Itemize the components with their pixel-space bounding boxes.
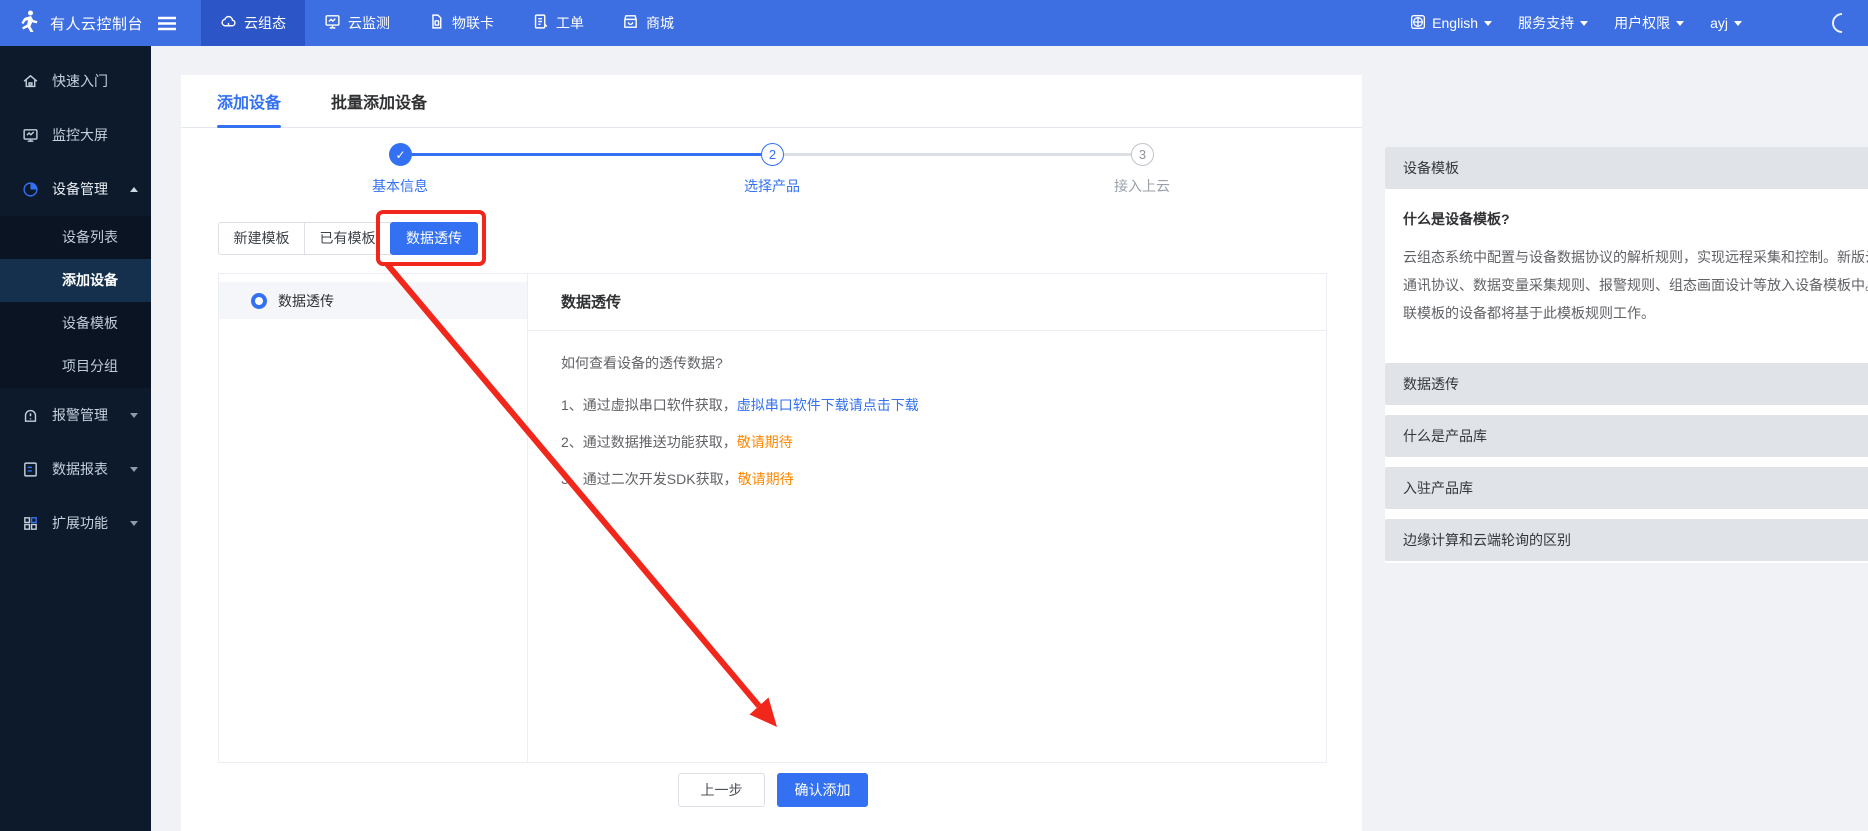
globe-icon [1410, 14, 1426, 33]
sidebar-item-device-template[interactable]: 设备模板 [0, 302, 151, 345]
step-3-circle: 3 [1131, 143, 1154, 166]
step-3-label: 接入上云 [1082, 176, 1202, 196]
step-connector-done [411, 153, 761, 156]
top-navigation: 云组态 云监测 物联卡 工单 商城 [201, 0, 693, 46]
sidebar-item-alarm-management[interactable]: 报警管理 [0, 388, 151, 442]
permissions-menu[interactable]: 用户权限 [1614, 13, 1684, 33]
passthrough-panel: 数据透传 数据透传 如何查看设备的透传数据? 1、通过虚拟串口软件获取，虚拟串口… [218, 273, 1327, 763]
sidebar-item-device-management[interactable]: 设备管理 [0, 162, 151, 216]
chevron-down-icon [1734, 21, 1742, 26]
topbar: 有人云控制台 云组态 云监测 物联卡 工单 商城 English [0, 0, 1868, 46]
help-section-join-product-library[interactable]: 入驻产品库 [1385, 467, 1868, 509]
sidebar-item-device-list[interactable]: 设备列表 [0, 216, 151, 259]
radio-selected-icon[interactable] [251, 293, 267, 309]
step-2-label: 选择产品 [712, 176, 832, 196]
help-section-what-is-product-library[interactable]: 什么是产品库 [1385, 415, 1868, 457]
panel-option-list: 数据透传 [219, 274, 528, 762]
report-icon [22, 461, 39, 478]
help-panel: 设备模板 什么是设备模板? 云组态系统中配置与设备数据协议的解析规则，实现远程采… [1385, 147, 1868, 563]
sim-card-icon [428, 13, 445, 33]
chevron-down-icon [130, 413, 138, 418]
topbar-right: English 服务支持 用户权限 ayj [1410, 0, 1868, 46]
panel-detail: 数据透传 如何查看设备的透传数据? 1、通过虚拟串口软件获取，虚拟串口软件下载请… [528, 274, 1326, 762]
template-tab-existing[interactable]: 已有模板 [304, 222, 391, 255]
topnav-mall[interactable]: 商城 [603, 0, 693, 46]
sidebar-item-extensions[interactable]: 扩展功能 [0, 496, 151, 550]
chevron-down-icon [1580, 21, 1588, 26]
step-connector-pending [783, 153, 1131, 156]
tab-batch-add-device[interactable]: 批量添加设备 [331, 75, 427, 127]
howto-item-1: 1、通过虚拟串口软件获取，虚拟串口软件下载请点击下载 [561, 395, 1293, 415]
usr-person-logo-icon [16, 9, 40, 38]
home-icon [22, 73, 39, 90]
howto-item-3: 3、通过二次开发SDK获取，敬请期待 [561, 469, 1293, 489]
howto-item-2: 2、通过数据推送功能获取，敬请期待 [561, 432, 1293, 452]
coming-soon-badge: 敬请期待 [737, 434, 793, 450]
language-selector[interactable]: English [1410, 14, 1492, 33]
pie-chart-icon [22, 181, 39, 198]
device-management-submenu: 设备列表 添加设备 设备模板 项目分组 [0, 216, 151, 388]
user-menu[interactable]: ayj [1710, 15, 1742, 31]
cutoff-avatar-icon [1828, 9, 1856, 37]
panel-title: 数据透传 [528, 274, 1326, 331]
help-section-data-passthrough[interactable]: 数据透传 [1385, 363, 1868, 405]
sidebar-item-dashboard[interactable]: 监控大屏 [0, 108, 151, 162]
alarm-bell-icon [22, 407, 39, 424]
option-data-passthrough[interactable]: 数据透传 [219, 282, 527, 319]
help-section-body: 什么是设备模板? 云组态系统中配置与设备数据协议的解析规则，实现远程采集和控制。… [1385, 189, 1868, 353]
app-title: 有人云控制台 [50, 13, 143, 34]
help-answer: 云组态系统中配置与设备数据协议的解析规则，实现远程采集和控制。新版云服务将通讯协… [1403, 243, 1868, 327]
chevron-down-icon [1484, 21, 1492, 26]
sidebar: 快速入门 监控大屏 设备管理 设备列表 添加设备 设备模板 项目分组 报警管理 … [0, 46, 151, 831]
topnav-cloud-scada[interactable]: 云组态 [201, 0, 305, 46]
add-device-card: 添加设备 批量添加设备 ✓ 2 3 基本信息 选择产品 接入上云 新建模板 已有… [181, 75, 1362, 831]
tab-add-device[interactable]: 添加设备 [217, 75, 281, 127]
download-link[interactable]: 虚拟串口软件下载请点击下载 [737, 397, 919, 413]
panel-body: 如何查看设备的透传数据? 1、通过虚拟串口软件获取，虚拟串口软件下载请点击下载 … [528, 331, 1326, 528]
big-screen-icon [22, 127, 39, 144]
topnav-cloud-monitor[interactable]: 云监测 [305, 0, 409, 46]
coming-soon-badge: 敬请期待 [738, 471, 794, 487]
step-2-circle: 2 [761, 143, 784, 166]
store-icon [622, 13, 639, 33]
template-type-switch: 新建模板 已有模板 数据透传 [218, 222, 478, 255]
template-tab-passthrough[interactable]: 数据透传 [390, 222, 478, 255]
question-text: 如何查看设备的透传数据? [561, 353, 1293, 373]
help-section-edge-vs-cloud-polling[interactable]: 边缘计算和云端轮询的区别 [1385, 519, 1868, 561]
chevron-down-icon [130, 467, 138, 472]
help-accordion: 设备模板 什么是设备模板? 云组态系统中配置与设备数据协议的解析规则，实现远程采… [1385, 147, 1868, 563]
step-1-circle: ✓ [389, 143, 412, 166]
sidebar-item-project-group[interactable]: 项目分组 [0, 345, 151, 388]
work-order-icon [532, 13, 549, 33]
previous-step-button[interactable]: 上一步 [678, 773, 765, 807]
step-1-label: 基本信息 [340, 176, 460, 196]
topnav-work-order[interactable]: 工单 [513, 0, 603, 46]
support-menu[interactable]: 服务支持 [1518, 13, 1588, 33]
template-tab-new[interactable]: 新建模板 [218, 222, 305, 255]
help-section-device-template[interactable]: 设备模板 [1385, 147, 1868, 189]
chevron-down-icon [130, 521, 138, 526]
cloud-icon [220, 13, 237, 33]
sidebar-item-quick-start[interactable]: 快速入门 [0, 54, 151, 108]
topnav-iot-card[interactable]: 物联卡 [409, 0, 513, 46]
hamburger-menu-icon[interactable] [157, 16, 177, 31]
main-area: 添加设备 批量添加设备 ✓ 2 3 基本信息 选择产品 接入上云 新建模板 已有… [151, 46, 1868, 831]
chevron-up-icon [130, 187, 138, 192]
logo[interactable]: 有人云控制台 [0, 0, 191, 46]
help-question: 什么是设备模板? [1403, 209, 1868, 229]
confirm-add-button[interactable]: 确认添加 [777, 773, 868, 807]
grid-apps-icon [22, 515, 39, 532]
page-tabs: 添加设备 批量添加设备 [181, 75, 1362, 128]
monitor-chart-icon [324, 13, 341, 33]
chevron-down-icon [1676, 21, 1684, 26]
sidebar-item-data-report[interactable]: 数据报表 [0, 442, 151, 496]
stepper: ✓ 2 3 基本信息 选择产品 接入上云 [181, 128, 1362, 223]
sidebar-item-add-device[interactable]: 添加设备 [0, 259, 151, 302]
